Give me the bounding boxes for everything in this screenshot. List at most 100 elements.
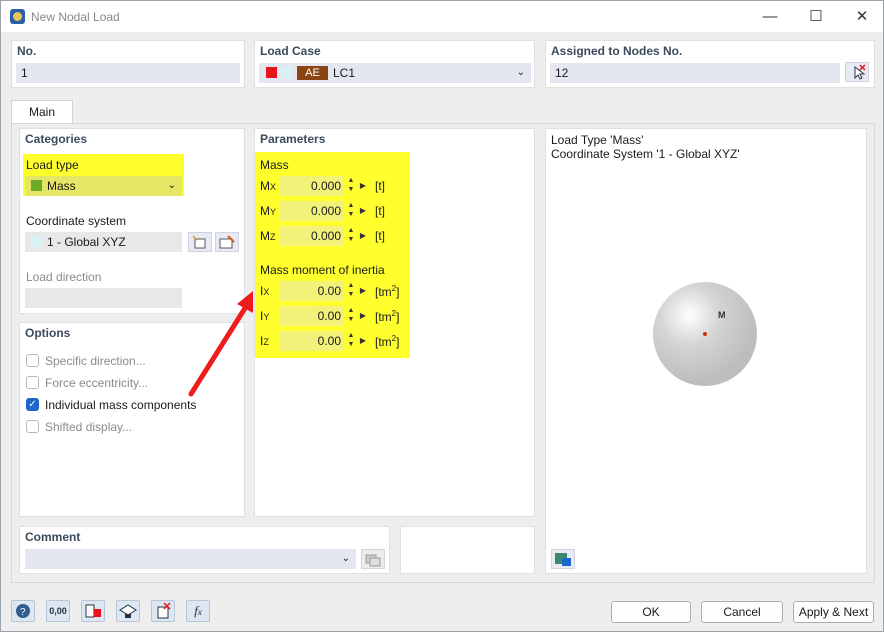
load-case-tag: AE bbox=[297, 66, 328, 80]
annotation-arrow bbox=[188, 291, 253, 397]
close-button[interactable]: ✕ bbox=[839, 1, 884, 32]
iy-menu-button[interactable]: ▶ bbox=[358, 306, 368, 326]
mx-unit: [t] bbox=[375, 179, 386, 193]
edit-coordinate-icon bbox=[219, 235, 235, 249]
ix-input[interactable]: 0.00 bbox=[280, 281, 344, 301]
comment-panel: Comment ⌄ bbox=[19, 526, 390, 574]
apply-next-button[interactable]: Apply & Next bbox=[793, 601, 874, 623]
mx-spinner[interactable]: ▲ ▼ bbox=[346, 176, 356, 196]
shifted-display-checkbox[interactable] bbox=[26, 420, 39, 433]
delete-button[interactable] bbox=[151, 600, 175, 622]
number-label: No. bbox=[17, 44, 37, 58]
iz-spinner[interactable]: ▲ ▼ bbox=[346, 331, 356, 351]
preview-coordinate-system: Coordinate System '1 - Global XYZ' bbox=[551, 147, 740, 161]
mz-input[interactable]: 0.000 bbox=[280, 226, 344, 246]
mz-unit: [t] bbox=[375, 229, 386, 243]
load-type-value: Mass bbox=[47, 179, 76, 193]
load-case-label: Load Case bbox=[260, 44, 321, 58]
minimize-button[interactable]: — bbox=[747, 1, 793, 32]
chevron-down-icon: ⌄ bbox=[167, 180, 176, 191]
ix-unit: [tm2] bbox=[375, 284, 400, 299]
window-title: New Nodal Load bbox=[31, 10, 120, 24]
specific-direction-label: Specific direction... bbox=[45, 354, 146, 368]
load-direction-select[interactable] bbox=[25, 288, 182, 308]
pick-cursor-icon bbox=[854, 64, 866, 80]
mass-color-swatch bbox=[31, 180, 42, 191]
mx-input[interactable]: 0.000 bbox=[280, 176, 344, 196]
load-type-select[interactable]: Mass ⌄ bbox=[25, 176, 182, 196]
preview-panel: Load Type 'Mass' Coordinate System '1 - … bbox=[545, 128, 867, 574]
edit-coordinate-system-button[interactable] bbox=[215, 232, 239, 252]
comment-library-button[interactable] bbox=[361, 549, 385, 569]
units-button[interactable]: 0,00 bbox=[46, 600, 70, 622]
mass-heading: Mass bbox=[260, 158, 289, 172]
nodes-field[interactable]: 12 bbox=[550, 63, 840, 83]
load-direction-label: Load direction bbox=[26, 270, 102, 284]
options-title: Options bbox=[25, 326, 71, 340]
ix-menu-button[interactable]: ▶ bbox=[358, 281, 368, 301]
help-icon: ? bbox=[16, 604, 30, 618]
my-menu-button[interactable]: ▶ bbox=[358, 201, 368, 221]
iz-unit: [tm2] bbox=[375, 334, 400, 349]
mz-menu-button[interactable]: ▶ bbox=[358, 226, 368, 246]
iz-menu-button[interactable]: ▶ bbox=[358, 331, 368, 351]
empty-panel bbox=[400, 526, 535, 574]
number-field[interactable]: 1 bbox=[16, 63, 240, 83]
delete-icon bbox=[157, 602, 171, 619]
dialog-window: New Nodal Load — ☐ ✕ No. 1 Load Case AE … bbox=[0, 0, 884, 632]
my-input[interactable]: 0.000 bbox=[280, 201, 344, 221]
formula-button[interactable]: fx bbox=[186, 600, 210, 622]
pick-nodes-button[interactable] bbox=[845, 62, 869, 82]
chevron-down-icon: ⌄ bbox=[516, 67, 525, 78]
load-case-panel: Load Case AE LC1 ⌄ bbox=[254, 40, 535, 88]
iy-label: IY bbox=[260, 309, 270, 323]
mx-label: MX bbox=[260, 179, 277, 193]
parameters-panel: Parameters Mass MX 0.000 ▲ ▼ ▶ [t] MY 0.0… bbox=[254, 128, 535, 517]
app-logo-icon bbox=[10, 9, 25, 24]
coordinate-swatch bbox=[31, 236, 42, 247]
help-button[interactable]: ? bbox=[11, 600, 35, 622]
mx-menu-button[interactable]: ▶ bbox=[358, 176, 368, 196]
preview-options-button[interactable] bbox=[551, 549, 575, 569]
preview-load-type: Load Type 'Mass' bbox=[551, 133, 644, 147]
force-eccentricity-checkbox[interactable] bbox=[26, 376, 39, 389]
mz-label: MZ bbox=[260, 229, 276, 243]
maximize-button[interactable]: ☐ bbox=[793, 1, 839, 32]
iz-input[interactable]: 0.00 bbox=[280, 331, 344, 351]
ix-spinner[interactable]: ▲ ▼ bbox=[346, 281, 356, 301]
table-button[interactable] bbox=[81, 600, 105, 622]
my-unit: [t] bbox=[375, 204, 386, 218]
specific-direction-checkbox[interactable] bbox=[26, 354, 39, 367]
formula-x-icon: x bbox=[197, 608, 202, 617]
nodes-label: Assigned to Nodes No. bbox=[551, 44, 683, 58]
mz-spinner[interactable]: ▲ ▼ bbox=[346, 226, 356, 246]
nodes-panel: Assigned to Nodes No. 12 bbox=[545, 40, 875, 88]
iy-spinner[interactable]: ▲ ▼ bbox=[346, 306, 356, 326]
tab-main[interactable]: Main bbox=[11, 100, 73, 124]
mass-sphere-graphic bbox=[653, 282, 757, 386]
comment-input[interactable]: ⌄ bbox=[25, 549, 356, 569]
new-coordinate-system-button[interactable] bbox=[188, 232, 212, 252]
preview-settings-icon bbox=[555, 553, 571, 566]
view-button[interactable] bbox=[116, 600, 140, 622]
number-panel: No. 1 bbox=[11, 40, 245, 88]
iy-unit: [tm2] bbox=[375, 309, 400, 324]
title-bar: New Nodal Load — ☐ ✕ bbox=[1, 1, 883, 32]
force-eccentricity-label: Force eccentricity... bbox=[45, 376, 149, 390]
load-case-select[interactable]: AE LC1 ⌄ bbox=[259, 63, 531, 83]
my-spinner[interactable]: ▲ ▼ bbox=[346, 201, 356, 221]
individual-mass-checkbox[interactable]: ✓ bbox=[26, 398, 39, 411]
load-case-name: LC1 bbox=[333, 66, 356, 80]
units-icon: 0,00 bbox=[49, 606, 67, 616]
load-case-color-swatch bbox=[266, 67, 277, 78]
library-icon bbox=[365, 554, 381, 567]
my-label: MY bbox=[260, 204, 277, 218]
load-type-label: Load type bbox=[26, 158, 79, 172]
cancel-button[interactable]: Cancel bbox=[701, 601, 783, 623]
iy-input[interactable]: 0.00 bbox=[280, 306, 344, 326]
ok-button[interactable]: OK bbox=[611, 601, 691, 623]
shifted-display-label: Shifted display... bbox=[45, 420, 133, 434]
inertia-heading: Mass moment of inertia bbox=[260, 263, 385, 277]
coordinate-system-select[interactable]: 1 - Global XYZ bbox=[25, 232, 182, 252]
load-case-secondary-swatch bbox=[281, 67, 292, 78]
